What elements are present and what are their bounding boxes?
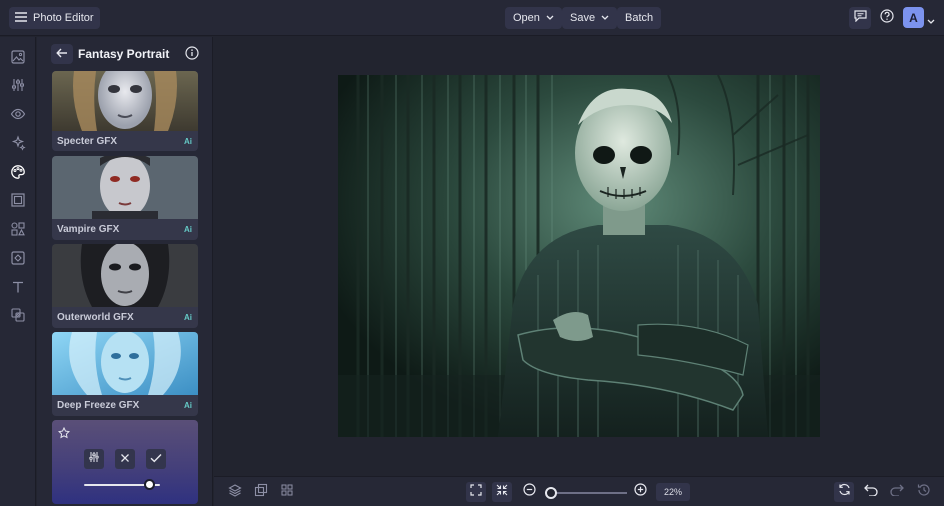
open-button[interactable]: Open (505, 7, 562, 29)
zoom-slider-thumb[interactable] (545, 487, 557, 499)
panel-title: Fantasy Portrait (78, 47, 170, 61)
text-icon[interactable] (10, 279, 26, 295)
reset-button[interactable] (834, 482, 854, 502)
bottom-toolbar: 22% (214, 476, 944, 506)
ai-badge: Ai (184, 225, 192, 234)
back-button[interactable] (51, 44, 73, 64)
effect-card-deep-freeze[interactable]: Deep Freeze GFX Ai (52, 332, 198, 416)
avatar[interactable]: A (903, 7, 924, 28)
undo-icon (864, 483, 878, 501)
open-label: Open (513, 12, 540, 24)
app-title: Photo Editor (33, 12, 94, 24)
chevron-down-icon (546, 12, 554, 24)
ai-badge: Ai (184, 137, 192, 146)
compare-icon (254, 483, 268, 502)
refresh-icon (838, 483, 851, 501)
effects-icon[interactable] (10, 135, 26, 151)
chevron-down-icon (601, 12, 609, 24)
adjust-icon[interactable] (10, 77, 26, 93)
image-icon[interactable] (10, 49, 26, 65)
check-icon (150, 450, 162, 468)
save-label: Save (570, 12, 596, 24)
ai-badge: Ai (184, 313, 192, 322)
cancel-button[interactable] (115, 449, 135, 469)
ai-badge: Ai (184, 401, 192, 410)
compare-button[interactable] (251, 482, 271, 502)
actual-size-button[interactable] (492, 482, 512, 502)
adjust-settings-button[interactable] (84, 449, 104, 469)
top-bar: Photo Editor Open Save Batch A (0, 0, 944, 36)
effect-label-row: Vampire GFX Ai (52, 219, 198, 240)
canvas-image[interactable] (338, 75, 820, 437)
artsy-icon[interactable] (10, 164, 26, 180)
apply-button[interactable] (146, 449, 166, 469)
effect-label-row: Specter GFX Ai (52, 131, 198, 151)
layers-icon (228, 483, 242, 502)
zoom-out-icon (522, 483, 536, 501)
intensity-slider-thumb[interactable] (143, 479, 155, 490)
effect-label-row: Deep Freeze GFX Ai (52, 395, 198, 416)
effect-card-vampire[interactable]: Vampire GFX Ai (52, 156, 198, 240)
panel-header: Fantasy Portrait (37, 37, 212, 71)
fit-to-screen-button[interactable] (466, 482, 486, 502)
effect-name: Outerworld GFX (57, 312, 134, 323)
effect-thumbnail (52, 332, 198, 395)
undo-button[interactable] (861, 482, 881, 502)
zoom-out-button[interactable] (519, 482, 539, 502)
history-button[interactable] (914, 482, 934, 502)
overlay-icon[interactable] (10, 307, 26, 323)
effect-thumbnail (52, 71, 198, 131)
star-icon[interactable] (58, 426, 70, 444)
arrow-left-icon (56, 45, 68, 63)
help-button[interactable] (876, 7, 898, 29)
history-icon (917, 483, 931, 502)
avatar-chevron-down-icon[interactable] (927, 12, 935, 30)
help-icon (880, 8, 894, 28)
grid-button[interactable] (277, 482, 297, 502)
grid-icon (280, 483, 294, 502)
graphics-icon[interactable] (10, 221, 26, 237)
eye-icon[interactable] (10, 106, 26, 122)
menu-button[interactable]: Photo Editor (9, 7, 100, 29)
layers-button[interactable] (225, 482, 245, 502)
comments-button[interactable] (849, 7, 871, 29)
effect-thumbnail (52, 244, 198, 307)
redo-button[interactable] (887, 482, 907, 502)
frame-icon[interactable] (10, 192, 26, 208)
effect-name: Specter GFX (57, 136, 118, 147)
comment-icon (853, 9, 867, 27)
effect-label-row: Outerworld GFX Ai (52, 307, 198, 328)
effect-settings-card (52, 420, 198, 504)
tool-rail (0, 37, 36, 506)
sliders-icon (88, 450, 100, 468)
effect-name: Vampire GFX (57, 224, 120, 235)
save-button[interactable]: Save (562, 7, 618, 29)
zoom-in-icon (633, 483, 647, 501)
close-icon (120, 450, 130, 468)
shrink-icon (496, 483, 508, 501)
zoom-in-button[interactable] (630, 482, 650, 502)
batch-button[interactable]: Batch (617, 7, 662, 29)
info-icon[interactable] (185, 46, 199, 65)
texture-icon[interactable] (10, 250, 26, 266)
effect-name: Deep Freeze GFX (57, 400, 140, 411)
batch-label: Batch (625, 12, 654, 24)
redo-icon (890, 483, 904, 501)
zoom-slider-track[interactable] (549, 492, 627, 494)
hamburger-icon (15, 11, 27, 25)
zoom-level[interactable]: 22% (656, 483, 690, 501)
effect-card-outerworld[interactable]: Outerworld GFX Ai (52, 244, 198, 328)
effects-panel: Fantasy Portrait Specter GFX Ai Vampire … (37, 37, 213, 506)
effect-thumbnail (52, 156, 198, 219)
effect-card-specter[interactable]: Specter GFX Ai (52, 71, 198, 151)
expand-icon (470, 483, 482, 501)
